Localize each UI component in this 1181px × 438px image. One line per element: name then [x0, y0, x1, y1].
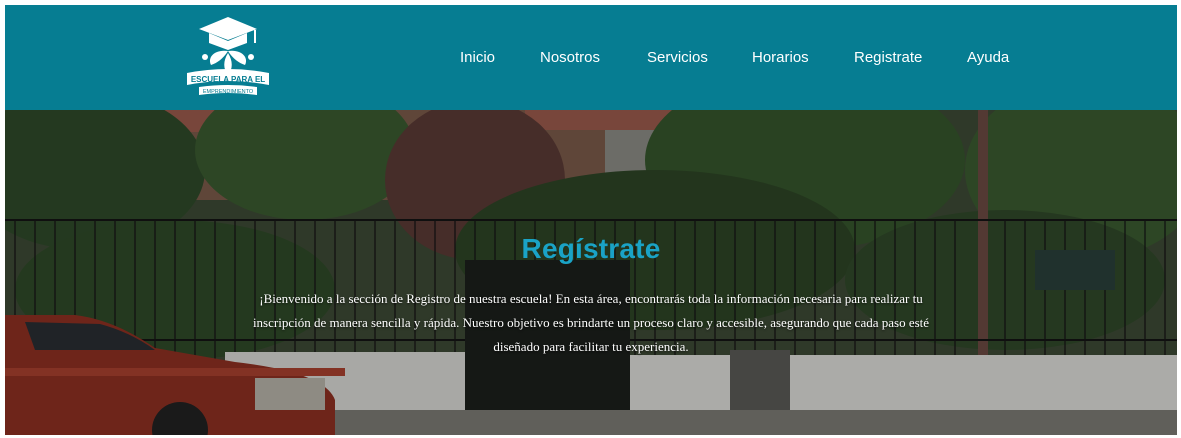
nav-item-ayuda[interactable]: Ayuda	[967, 49, 1009, 66]
hero-overlay	[5, 110, 1177, 435]
hero-section: Regístrate ¡Bienvenido a la sección de R…	[5, 110, 1177, 435]
hero-description: ¡Bienvenido a la sección de Registro de …	[252, 291, 930, 354]
nav-item-horarios[interactable]: Horarios	[752, 49, 809, 66]
hero-title: Regístrate	[521, 232, 661, 264]
nav-item-nosotros[interactable]: Nosotros	[540, 49, 600, 66]
nav-item-registrate[interactable]: Registrate	[854, 49, 922, 66]
page-frame: ESCUELA PARA EL EMPRENDIMIENTO Inicio No…	[5, 5, 1177, 435]
nav-item-inicio[interactable]: Inicio	[460, 49, 495, 66]
site-header: ESCUELA PARA EL EMPRENDIMIENTO Inicio No…	[5, 5, 1177, 110]
nav-item-servicios[interactable]: Servicios	[647, 49, 708, 66]
main-nav: Inicio Nosotros Servicios Horarios Regis…	[5, 5, 1177, 110]
